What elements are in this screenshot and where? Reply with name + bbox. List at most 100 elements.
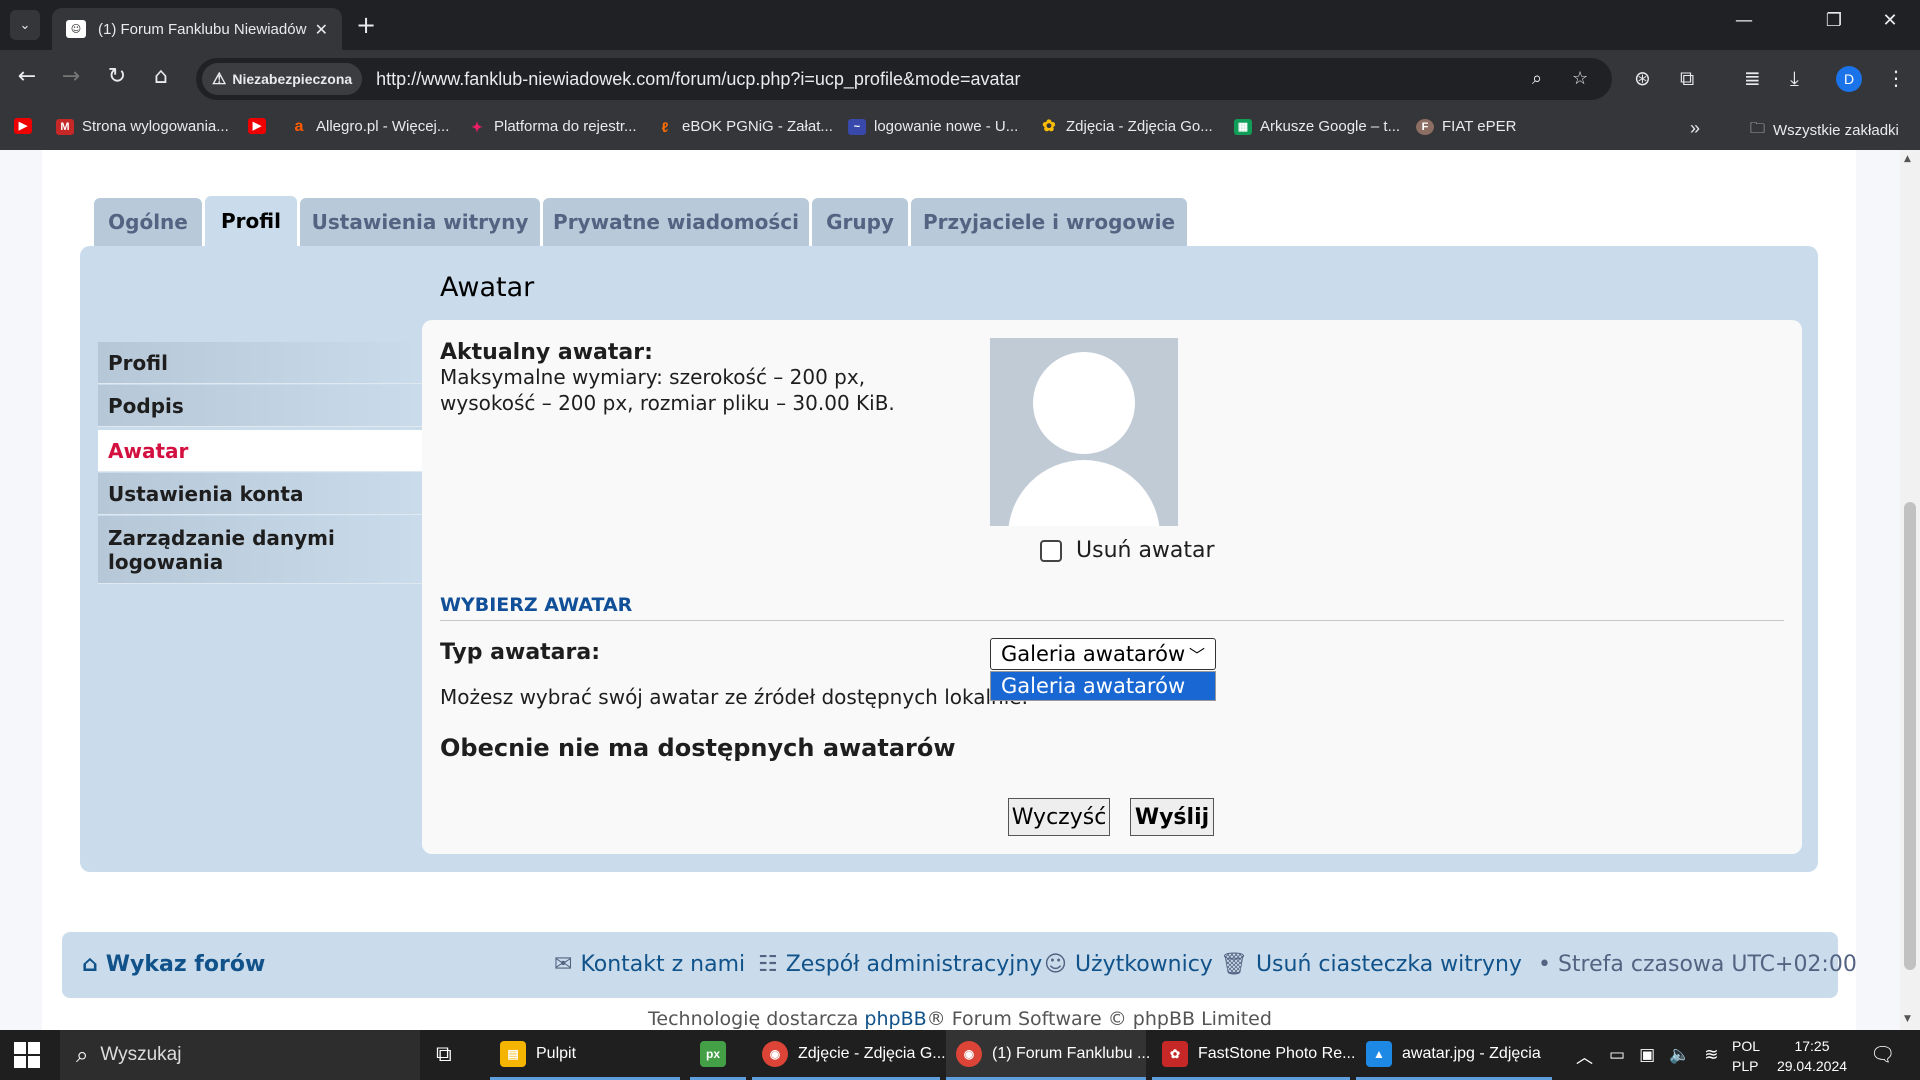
taskbar-photos[interactable]: ▲ awatar.jpg - Zdjęcia — [1356, 1030, 1552, 1080]
delete-avatar-option[interactable]: Usuń awatar — [1040, 538, 1215, 563]
browser-tab-active[interactable]: ☺ (1) Forum Fanklubu Niewiadów ✕ — [52, 8, 342, 50]
tab-profile[interactable]: Profil — [205, 196, 297, 250]
taskbar-clock[interactable]: 17:25 29.04.2024 — [1776, 1036, 1848, 1076]
home-button[interactable]: ⌂ — [146, 64, 176, 89]
members-label: Użytkownicy — [1074, 952, 1213, 977]
url-text[interactable]: http://www.fanklub-niewiadowek.com/forum… — [376, 69, 1020, 90]
taskbar-chrome-forum[interactable]: ◉ (1) Forum Fanklubu ... — [946, 1030, 1150, 1080]
local-avatars-description: Możesz wybrać swój awatar ze źródeł dost… — [440, 685, 1028, 709]
more-bookmarks-chevron-icon[interactable]: » — [1690, 118, 1700, 139]
bookmark-label: FIAT ePER — [1442, 118, 1517, 135]
taskbar-pixel-app[interactable]: px — [690, 1030, 746, 1080]
close-window-button[interactable]: ✕ — [1870, 10, 1910, 31]
minimize-window-button[interactable]: — — [1724, 10, 1764, 31]
bookmark-star-icon[interactable]: ☆ — [1572, 68, 1588, 89]
youtube-bookmark[interactable]: ▶ — [14, 118, 40, 134]
contact-link[interactable]: ✉ Kontakt z nami — [554, 952, 745, 977]
reload-button[interactable]: ↻ — [102, 64, 132, 89]
back-button[interactable]: ← — [12, 64, 42, 89]
bookmark-item[interactable]: ✿ Zdjęcia - Zdjęcia Go... — [1040, 117, 1213, 135]
profile-avatar[interactable]: D — [1836, 66, 1862, 92]
bookmark-item[interactable]: a Allegro.pl - Więcej... — [290, 118, 450, 135]
side-item-profile[interactable]: Profil — [98, 342, 422, 384]
security-indicator[interactable]: ⚠ Niezabezpieczona — [202, 63, 363, 95]
notifications-icon[interactable]: 🗨 — [1870, 1042, 1895, 1066]
taskbar-item-label: Pulpit — [536, 1044, 577, 1062]
task-view-icon[interactable]: ⧉ — [436, 1042, 452, 1067]
windows-start-icon[interactable] — [14, 1042, 40, 1068]
tab-friends-foes[interactable]: Przyjaciele i wrogowie — [911, 198, 1187, 246]
downloads-icon[interactable]: ⤓ — [1790, 66, 1799, 90]
forum-index-link[interactable]: ⌂ Wykaz forów — [82, 952, 265, 977]
bookmark-label: Allegro.pl - Więcej... — [316, 118, 450, 135]
avatar-type-dropdown: Galeria awatarów — [990, 671, 1216, 701]
avatar-type-select[interactable]: Galeria awatarów ﹀ — [990, 638, 1216, 670]
wifi-icon[interactable]: ≋ — [1704, 1045, 1718, 1065]
tab-search-button[interactable]: ⌄ — [10, 10, 40, 40]
media-controls-icon[interactable]: ≣ — [1744, 66, 1761, 90]
forward-button[interactable]: → — [56, 64, 86, 89]
taskbar-item-label: awatar.jpg - Zdjęcia — [1402, 1044, 1541, 1062]
phpbb-link[interactable]: phpBB — [864, 1008, 926, 1030]
browser-menu-icon[interactable]: ⋮ — [1886, 66, 1906, 90]
taskbar-chrome-photos[interactable]: ◉ Zdjęcie - Zdjęcia G... — [752, 1030, 946, 1080]
submit-button[interactable]: Wyślij — [1130, 798, 1214, 836]
users-icon: ☺ — [1044, 952, 1067, 977]
scroll-up-icon[interactable]: ▲ — [1904, 154, 1911, 164]
scroll-down-icon[interactable]: ▼ — [1904, 1014, 1911, 1024]
bookmark-item[interactable]: M Strona wylogowania... — [56, 118, 229, 135]
bookmark-item[interactable]: ~ logowanie nowe - U... — [848, 118, 1018, 135]
youtube-bookmark[interactable]: ▶ — [248, 118, 274, 134]
reset-button[interactable]: Wyczyść — [1008, 798, 1110, 836]
bookmark-item[interactable]: ✦ Platforma do rejestr... — [468, 118, 636, 135]
taskbar-faststone[interactable]: ✿ FastStone Photo Re... — [1152, 1030, 1355, 1080]
zoom-icon[interactable]: ⌕ — [1532, 68, 1542, 89]
scrollbar-thumb[interactable] — [1904, 502, 1916, 970]
taskbar-explorer[interactable]: ▤ Pulpit — [490, 1030, 680, 1080]
bookmark-item[interactable]: F FIAT ePER — [1416, 118, 1516, 135]
page-scrollbar[interactable]: ▲ ▼ — [1900, 150, 1920, 1030]
delete-avatar-checkbox[interactable] — [1040, 539, 1062, 562]
address-bar[interactable]: ⚠ Niezabezpieczona http://www.fanklub-ni… — [196, 58, 1612, 100]
bookmark-item[interactable]: ℓ eBOK PGNiG - Załat... — [656, 118, 833, 135]
side-item-signature[interactable]: Podpis — [98, 385, 422, 427]
side-item-avatar[interactable]: Awatar — [98, 430, 422, 472]
restore-window-button[interactable]: ❐ — [1814, 10, 1854, 31]
delete-avatar-label[interactable]: Usuń awatar — [1076, 538, 1215, 563]
side-item-login-data[interactable]: Zarządzanie danymi logowania — [98, 516, 422, 584]
no-avatars-message: Obecnie nie ma dostępnych awatarów — [440, 734, 956, 762]
bookmark-label: Zdjęcia - Zdjęcia Go... — [1066, 118, 1213, 135]
extensions-icon[interactable]: ⧉ — [1680, 66, 1694, 90]
forum-favicon-icon: ☺ — [66, 20, 86, 38]
new-tab-button[interactable]: + — [356, 12, 376, 38]
gmail-icon: M — [56, 118, 74, 135]
taskbar-search[interactable]: ⌕ Wyszukaj — [60, 1030, 420, 1080]
clock-time: 17:25 — [1794, 1038, 1830, 1054]
accessibility-extension-icon[interactable]: ⊛ — [1634, 66, 1651, 90]
side-item-account-settings[interactable]: Ustawienia konta — [98, 473, 422, 515]
contact-label: Kontakt z nami — [580, 952, 746, 977]
members-link[interactable]: ☺ Użytkownicy — [1044, 952, 1213, 977]
tab-groups[interactable]: Grupy — [812, 198, 908, 246]
delete-cookies-link[interactable]: 🗑 Usuń ciasteczka witryny — [1220, 952, 1522, 977]
all-bookmarks-button[interactable]: 🗀 Wszystkie zakładki — [1750, 118, 1899, 143]
tab-private-messages[interactable]: Prywatne wiadomości — [543, 198, 809, 246]
display-icon[interactable]: ▣ — [1639, 1045, 1655, 1065]
input-language[interactable]: POL PLP — [1732, 1036, 1760, 1076]
keyboard-layout: PLP — [1732, 1058, 1759, 1074]
tab-general[interactable]: Ogólne — [94, 198, 202, 246]
tab-site-settings[interactable]: Ustawienia witryny — [300, 198, 540, 246]
clock-date: 29.04.2024 — [1776, 1058, 1848, 1074]
volume-icon[interactable]: 🔈 — [1669, 1045, 1690, 1065]
section-divider — [440, 620, 1784, 621]
avatar-type-option[interactable]: Galeria awatarów — [991, 672, 1215, 700]
bookmark-item[interactable]: ▦ Arkusze Google – t... — [1234, 118, 1400, 135]
google-photos-icon: ✿ — [1042, 117, 1056, 135]
chevron-up-icon[interactable]: ︿ — [1576, 1043, 1593, 1068]
forum-page: Ogólne Profil Ustawienia witryny Prywatn… — [42, 150, 1857, 1030]
team-link[interactable]: ☷ Zespół administracyjny — [758, 952, 1042, 977]
pgnig-icon: ℓ — [661, 118, 669, 135]
battery-icon[interactable]: ▭ — [1609, 1045, 1625, 1065]
close-tab-icon[interactable]: ✕ — [315, 20, 328, 39]
bookmark-label: eBOK PGNiG - Załat... — [682, 118, 833, 135]
